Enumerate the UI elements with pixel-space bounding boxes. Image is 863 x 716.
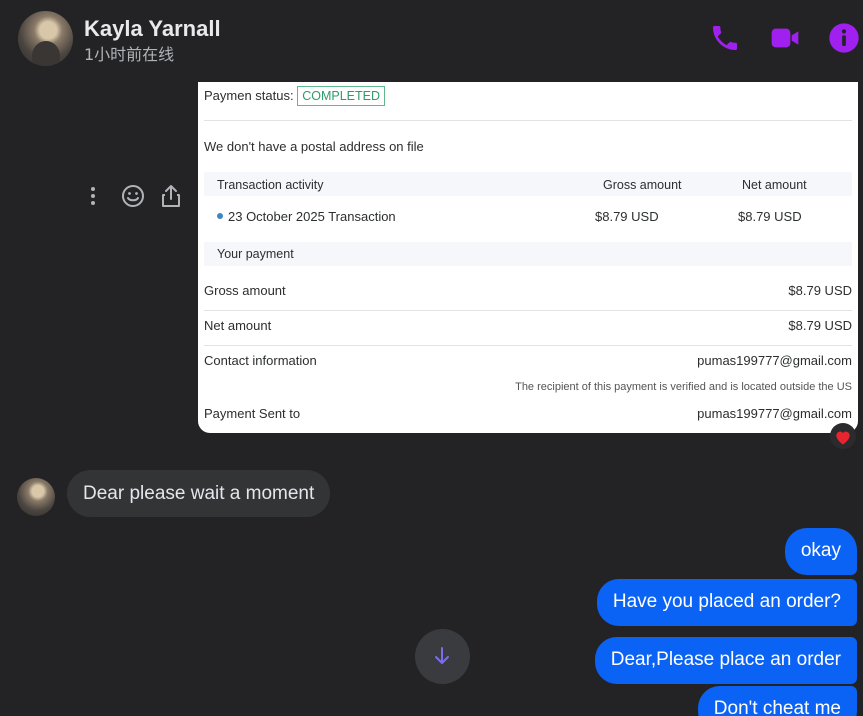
info-icon[interactable]	[828, 22, 860, 54]
payment-status-label: Paymen status:	[204, 88, 294, 103]
more-vertical-icon[interactable]	[80, 183, 106, 209]
emoji-icon[interactable]	[120, 183, 146, 209]
outgoing-message[interactable]: Dear,Please place an order	[594, 637, 857, 684]
net-amount-value: $8.79 USD	[788, 318, 852, 333]
payment-sent-value: pumas199777@gmail.com	[697, 406, 852, 421]
scroll-to-bottom-button[interactable]	[415, 629, 470, 684]
incoming-message[interactable]: Dear please wait a moment	[67, 470, 331, 517]
postal-note: We don't have a postal address on file	[204, 139, 424, 154]
heart-icon	[836, 431, 850, 445]
reaction-badge[interactable]	[830, 423, 856, 449]
arrow-down-icon	[435, 647, 449, 664]
payment-receipt-image[interactable]: Paymen status: COMPLETED We don't have a…	[198, 82, 858, 433]
sender-avatar[interactable]	[17, 478, 55, 516]
transaction-gross: $8.79 USD	[595, 209, 659, 224]
bullet-icon	[217, 213, 223, 219]
recipient-note: The recipient of this payment is verifie…	[515, 381, 852, 393]
chat-header: Kayla Yarnall 1小时前在线	[0, 0, 863, 80]
payment-status-row: Paymen status: COMPLETED	[204, 86, 386, 106]
outgoing-message[interactable]: Have you placed an order?	[596, 579, 857, 626]
share-icon[interactable]	[158, 183, 184, 209]
your-payment-heading: Your payment	[217, 247, 294, 261]
gross-amount-label: Gross amount	[204, 283, 286, 298]
outgoing-message[interactable]: okay	[784, 528, 857, 575]
gross-amount-value: $8.79 USD	[788, 283, 852, 298]
net-amount-label: Net amount	[204, 318, 272, 333]
contact-avatar[interactable]	[18, 11, 73, 66]
col-transaction-activity: Transaction activity	[217, 178, 324, 192]
col-gross-amount: Gross amount	[603, 178, 682, 192]
payment-sent-label: Payment Sent to	[204, 406, 301, 421]
contact-name[interactable]: Kayla Yarnall	[84, 16, 221, 42]
contact-status: 1小时前在线	[84, 45, 175, 64]
video-call-icon[interactable]	[769, 22, 801, 54]
outgoing-message[interactable]: Don't cheat me	[697, 686, 857, 716]
transaction-net: $8.79 USD	[738, 209, 802, 224]
contact-info-value: pumas199777@gmail.com	[697, 353, 852, 368]
phone-call-icon[interactable]	[709, 22, 741, 54]
transaction-row: 23 October 2025 Transaction	[217, 209, 396, 224]
transaction-label: 23 October 2025 Transaction	[228, 209, 396, 224]
col-net-amount: Net amount	[742, 178, 807, 192]
contact-info-label: Contact information	[204, 353, 317, 368]
payment-status-badge: COMPLETED	[297, 86, 386, 106]
